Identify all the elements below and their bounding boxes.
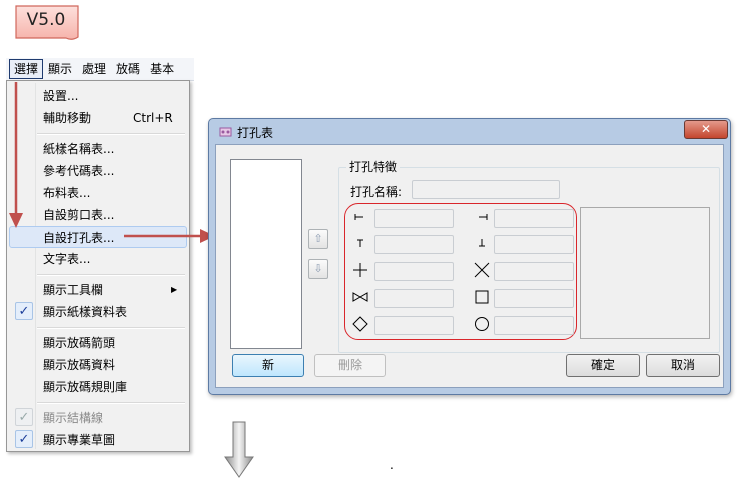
symbol-field-7[interactable]	[374, 289, 454, 308]
footnote-dot: .	[390, 458, 394, 472]
symbol-field-8[interactable]	[494, 289, 574, 308]
circle-icon[interactable]	[472, 314, 492, 334]
punch-list[interactable]	[230, 159, 302, 349]
cross-icon[interactable]	[472, 260, 492, 280]
plus-icon[interactable]	[350, 260, 370, 280]
right-tick-icon[interactable]	[472, 207, 492, 227]
symbol-field-5[interactable]	[374, 262, 454, 281]
top-tick-icon[interactable]	[350, 233, 370, 253]
bowtie-icon[interactable]	[350, 287, 370, 307]
move-up-button[interactable]: ⇧	[308, 229, 328, 249]
square-icon[interactable]	[472, 287, 492, 307]
down-gray-arrow-icon	[224, 421, 254, 478]
punch-name-input[interactable]	[412, 180, 560, 199]
app-icon	[219, 127, 232, 137]
new-button[interactable]: 新	[232, 354, 304, 377]
close-button[interactable]: ✕	[684, 120, 728, 139]
symbol-field-9[interactable]	[374, 316, 454, 335]
group-label: 打孔特徵	[346, 158, 401, 175]
bottom-tick-icon[interactable]	[472, 233, 492, 253]
symbol-field-10[interactable]	[494, 316, 574, 335]
move-down-button[interactable]: ⇩	[308, 259, 328, 279]
symbol-field-2[interactable]	[494, 209, 574, 228]
cancel-button[interactable]: 取消	[646, 354, 720, 377]
symbol-field-6[interactable]	[494, 262, 574, 281]
delete-button[interactable]: 刪除	[314, 354, 386, 377]
symbol-field-4[interactable]	[494, 235, 574, 254]
symbol-field-3[interactable]	[374, 235, 454, 254]
down-red-arrow-icon	[9, 82, 23, 228]
dialog-client: ⇧ ⇩ 打孔特徵 打孔名稱: 新 刪除 確定 取消	[215, 144, 724, 388]
diamond-icon[interactable]	[350, 314, 370, 334]
punch-name-label: 打孔名稱:	[350, 185, 403, 199]
dialog-title: 打孔表	[237, 126, 274, 140]
right-red-arrow-icon	[124, 229, 215, 243]
punch-table-dialog: 打孔表 ✕ ⇧ ⇩ 打孔特徵 打孔名稱: 新 刪除 確定 取消	[208, 118, 731, 395]
symbol-preview	[580, 207, 710, 339]
symbol-field-1[interactable]	[374, 209, 454, 228]
left-tick-icon[interactable]	[350, 207, 370, 227]
ok-button[interactable]: 確定	[566, 354, 640, 377]
